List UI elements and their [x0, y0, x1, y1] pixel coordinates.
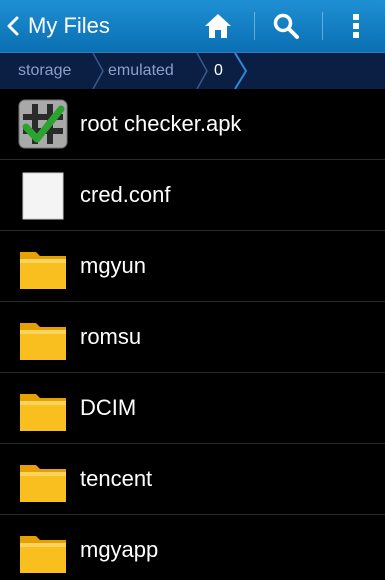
- list-item[interactable]: root checker.apk: [0, 89, 385, 160]
- list-item[interactable]: romsu: [0, 302, 385, 373]
- my-files-app: My Files storage emulated 0 root checker…: [0, 0, 385, 580]
- file-icon: [22, 172, 64, 220]
- app-title: My Files: [28, 13, 110, 38]
- action-bar: My Files: [0, 0, 385, 52]
- toolbar-divider: [322, 12, 323, 40]
- breadcrumb: storage emulated 0: [0, 52, 385, 89]
- folder-name: mgyapp: [80, 537, 159, 562]
- toolbar-divider: [254, 12, 255, 40]
- breadcrumb-item-storage[interactable]: storage: [18, 53, 71, 89]
- list-item[interactable]: mgyapp: [0, 515, 385, 580]
- folder-name: DCIM: [80, 395, 137, 420]
- list-item[interactable]: cred.conf: [0, 160, 385, 231]
- breadcrumb-separator-icon: [92, 53, 104, 89]
- breadcrumb-item-0[interactable]: 0: [214, 53, 223, 89]
- home-button[interactable]: [200, 8, 236, 44]
- folder-icon: [20, 536, 66, 573]
- folder-name: romsu: [80, 324, 142, 349]
- breadcrumb-separator-icon: [234, 53, 248, 89]
- search-button[interactable]: [268, 8, 304, 44]
- folder-name: tencent: [80, 466, 153, 491]
- list-item[interactable]: mgyun: [0, 231, 385, 302]
- apk-icon: [18, 99, 68, 149]
- breadcrumb-separator-icon: [196, 53, 208, 89]
- back-button[interactable]: My Files: [6, 8, 110, 44]
- search-icon: [273, 13, 299, 39]
- breadcrumb-item-emulated[interactable]: emulated: [108, 53, 174, 89]
- folder-icon: [20, 323, 66, 360]
- back-chevron-icon: [7, 16, 19, 36]
- list-item[interactable]: DCIM: [0, 373, 385, 444]
- list-item[interactable]: tencent: [0, 444, 385, 515]
- overflow-menu-button[interactable]: [338, 8, 374, 44]
- folder-icon: [20, 252, 66, 289]
- file-name: cred.conf: [80, 182, 171, 207]
- home-icon: [205, 14, 231, 38]
- file-name: root checker.apk: [80, 111, 242, 136]
- folder-icon: [20, 465, 66, 502]
- folder-name: mgyun: [80, 253, 147, 278]
- folder-icon: [20, 394, 66, 431]
- more-vertical-icon: [353, 14, 359, 38]
